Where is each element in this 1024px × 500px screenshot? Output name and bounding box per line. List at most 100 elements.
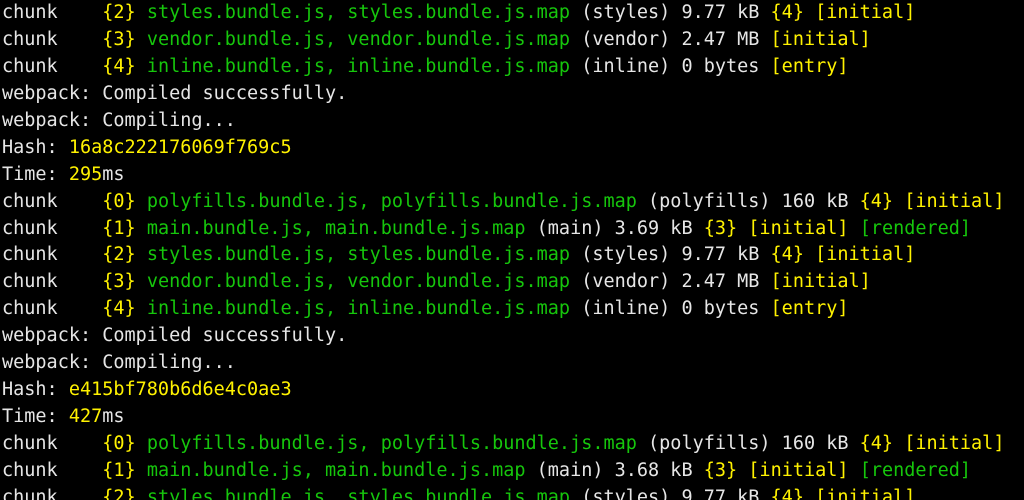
terminal-text-segment: ms (102, 406, 125, 428)
terminal-text-segment: webpack: Compiling... (2, 352, 236, 374)
terminal-text-segment: main.bundle.js, main.bundle.js.map (146, 217, 526, 239)
terminal-text-segment: chunk (2, 217, 103, 239)
terminal-text-segment: {1} (102, 217, 147, 239)
terminal-text-segment: {3} (703, 459, 738, 481)
terminal-text-segment: {0} (102, 190, 147, 212)
terminal-text-segment: [entry] (770, 298, 849, 320)
terminal-line: webpack: Compiled successfully. (2, 81, 1024, 108)
terminal-text-segment: styles.bundle.js, styles.bundle.js.map (146, 244, 571, 266)
terminal-text-segment: (polyfills) 160 kB (636, 433, 860, 454)
terminal-text-segment: Time: (2, 163, 69, 185)
terminal-text-segment: Hash: (2, 136, 69, 158)
terminal-text-segment: {4} (770, 486, 804, 500)
terminal-line: chunk {4} inline.bundle.js, inline.bundl… (2, 54, 1024, 81)
terminal-text-segment: {4} (770, 244, 804, 266)
terminal-text-segment: styles.bundle.js, styles.bundle.js.map (146, 486, 571, 500)
terminal-text-segment: 427 (68, 406, 103, 428)
terminal-text-segment: (inline) 0 bytes (570, 298, 771, 320)
terminal-text-segment: (styles) 9.77 kB (570, 486, 771, 500)
terminal-line: chunk {2} styles.bundle.js, styles.bundl… (2, 242, 1024, 269)
terminal-line: chunk {3} vendor.bundle.js, vendor.bundl… (2, 269, 1024, 296)
terminal-text-segment: {2} (102, 244, 147, 266)
terminal-text-segment: polyfills.bundle.js, polyfills.bundle.js… (146, 190, 637, 212)
terminal-line: chunk {1} main.bundle.js, main.bundle.js… (2, 458, 1024, 485)
terminal-text-segment: {4} (770, 2, 804, 23)
terminal-line: chunk {4} inline.bundle.js, inline.bundl… (2, 296, 1024, 323)
terminal-text-segment: chunk (2, 28, 103, 50)
terminal-text-segment: e415bf780b6d6e4c0ae3 (68, 379, 292, 401)
terminal-text-segment: styles.bundle.js, styles.bundle.js.map (146, 2, 571, 23)
terminal-text-segment: [rendered] (859, 217, 972, 239)
terminal-line: webpack: Compiling... (2, 108, 1024, 135)
terminal-text-segment: inline.bundle.js, inline.bundle.js.map (146, 55, 571, 77)
terminal-text-segment: [initial] (748, 459, 849, 481)
terminal-text-segment: Time: (2, 406, 69, 428)
terminal-line: chunk {0} polyfills.bundle.js, polyfills… (2, 189, 1024, 216)
terminal-text-segment: {4} (102, 55, 147, 77)
terminal-text-segment: {3} (102, 271, 147, 293)
terminal-text-segment: [initial] (815, 244, 916, 266)
terminal-text-segment: [initial] (770, 28, 871, 50)
terminal-line: Time: 295ms (2, 162, 1024, 189)
terminal-text-segment: [initial] (748, 217, 849, 239)
terminal-text-segment: vendor.bundle.js, vendor.bundle.js.map (146, 271, 571, 293)
terminal-text-segment: chunk (2, 298, 103, 320)
terminal-text-segment: (styles) 9.77 kB (570, 2, 771, 23)
terminal-text-segment: (main) 3.69 kB (525, 217, 704, 239)
terminal-line: chunk {3} vendor.bundle.js, vendor.bundl… (2, 27, 1024, 54)
terminal-text-segment: chunk (2, 271, 103, 293)
terminal-output[interactable]: chunk {2} styles.bundle.js, styles.bundl… (2, 0, 1024, 500)
terminal-text-segment: (polyfills) 160 kB (636, 190, 860, 212)
terminal-text-segment: {3} (703, 217, 738, 239)
terminal-text-segment: webpack: Compiling... (2, 109, 236, 131)
terminal-text-segment: {2} (102, 486, 147, 500)
terminal-text-segment: chunk (2, 2, 103, 23)
terminal-text-segment: (vendor) 2.47 MB (570, 271, 771, 293)
terminal-text-segment: 16a8c222176069f769c5 (68, 136, 292, 158)
terminal-text-segment: [initial] (770, 271, 871, 293)
terminal-text-segment: 295 (68, 163, 103, 185)
terminal-text-segment: Hash: (2, 379, 69, 401)
terminal-text-segment: main.bundle.js, main.bundle.js.map (146, 459, 526, 481)
terminal-text-segment: {3} (102, 28, 147, 50)
terminal-text-segment: [initial] (904, 433, 1005, 454)
terminal-text-segment: (main) 3.68 kB (525, 459, 704, 481)
terminal-text-segment: webpack: Compiled successfully. (2, 82, 348, 104)
terminal-text-segment: webpack: Compiled successfully. (2, 325, 348, 347)
terminal-text-segment: [entry] (770, 55, 849, 77)
terminal-text-segment: chunk (2, 433, 103, 454)
terminal-text-segment: (styles) 9.77 kB (570, 244, 771, 266)
terminal-text-segment: [initial] (904, 190, 1005, 212)
terminal-line: webpack: Compiled successfully. (2, 323, 1024, 350)
terminal-text-segment: chunk (2, 244, 103, 266)
terminal-text-segment: {4} (859, 190, 894, 212)
terminal-line: chunk {2} styles.bundle.js, styles.bundl… (2, 485, 1024, 500)
terminal-text-segment: (vendor) 2.47 MB (570, 28, 771, 50)
terminal-text-segment: ms (102, 163, 125, 185)
terminal-text-segment: chunk (2, 190, 103, 212)
terminal-text-segment: {0} (102, 433, 147, 454)
terminal-text-segment: inline.bundle.js, inline.bundle.js.map (146, 298, 571, 320)
terminal-text-segment: chunk (2, 55, 103, 77)
terminal-text-segment: vendor.bundle.js, vendor.bundle.js.map (146, 28, 571, 50)
terminal-line: chunk {1} main.bundle.js, main.bundle.js… (2, 216, 1024, 243)
terminal-text-segment: (inline) 0 bytes (570, 55, 771, 77)
terminal-text-segment: polyfills.bundle.js, polyfills.bundle.js… (146, 433, 637, 454)
terminal-line: Hash: 16a8c222176069f769c5 (2, 135, 1024, 162)
terminal-text-segment: {4} (859, 433, 894, 454)
terminal-line: chunk {0} polyfills.bundle.js, polyfills… (2, 431, 1024, 458)
terminal-line: Hash: e415bf780b6d6e4c0ae3 (2, 377, 1024, 404)
terminal-text-segment: [initial] (815, 2, 916, 23)
terminal-text-segment: chunk (2, 486, 103, 500)
terminal-text-segment: {1} (102, 459, 147, 481)
terminal-text-segment: chunk (2, 459, 103, 481)
